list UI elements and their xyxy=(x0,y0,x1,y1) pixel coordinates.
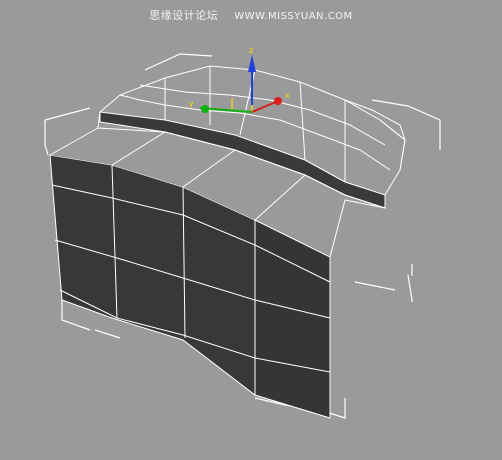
watermark-site-name: 思缘设计论坛 xyxy=(149,9,219,22)
gizmo-y-label: y xyxy=(189,99,194,108)
viewport-scene[interactable]: z x y xyxy=(0,0,502,460)
gizmo-z-label: z xyxy=(249,46,253,55)
watermark-site-url: WWW.MISSYUAN.COM xyxy=(234,11,353,22)
gizmo-x-arrow-icon[interactable] xyxy=(274,97,282,105)
3d-viewport[interactable]: z x y 思缘设计论坛 WWW.MISSYUAN.COM xyxy=(0,0,502,460)
gizmo-z-arrow-icon[interactable] xyxy=(248,55,256,72)
gizmo-x-label: x xyxy=(285,91,290,100)
watermark: 思缘设计论坛 WWW.MISSYUAN.COM xyxy=(0,7,502,23)
gizmo-y-arrow-icon[interactable] xyxy=(201,105,209,113)
